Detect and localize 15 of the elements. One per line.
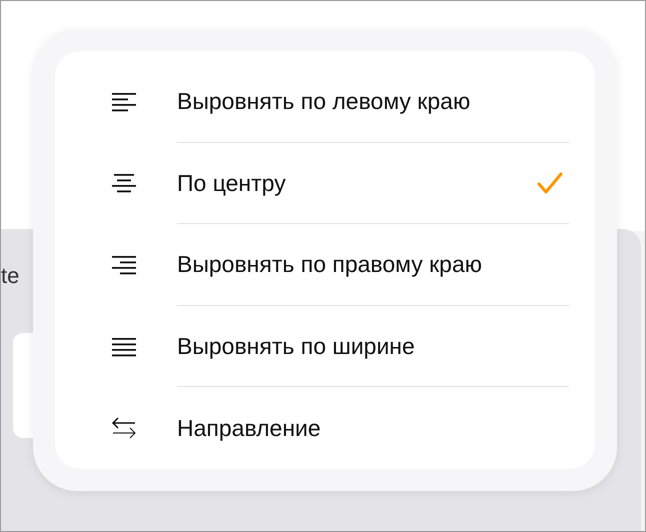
align-left-icon bbox=[111, 92, 137, 112]
menu-item[interactable]: Выровнять по правому краю bbox=[89, 224, 569, 306]
menu-item[interactable]: Направление bbox=[89, 387, 569, 469]
align-justify-icon bbox=[111, 336, 137, 357]
align-center-icon bbox=[111, 173, 137, 194]
menu-item-label: Выровнять по правому краю bbox=[177, 250, 482, 280]
panel-label: te bbox=[1, 262, 20, 290]
menu-item[interactable]: Выровнять по ширине bbox=[89, 306, 569, 388]
menu-item-label: Выровнять по левому краю bbox=[177, 87, 470, 116]
arrows-icon bbox=[111, 417, 137, 440]
align-right-icon bbox=[111, 254, 137, 275]
menu-item-label: По центру bbox=[177, 168, 286, 198]
menu-item-label: Выровнять по ширине bbox=[177, 332, 415, 361]
menu-item-label: Направление bbox=[177, 414, 321, 443]
checkmark-icon bbox=[537, 172, 563, 194]
